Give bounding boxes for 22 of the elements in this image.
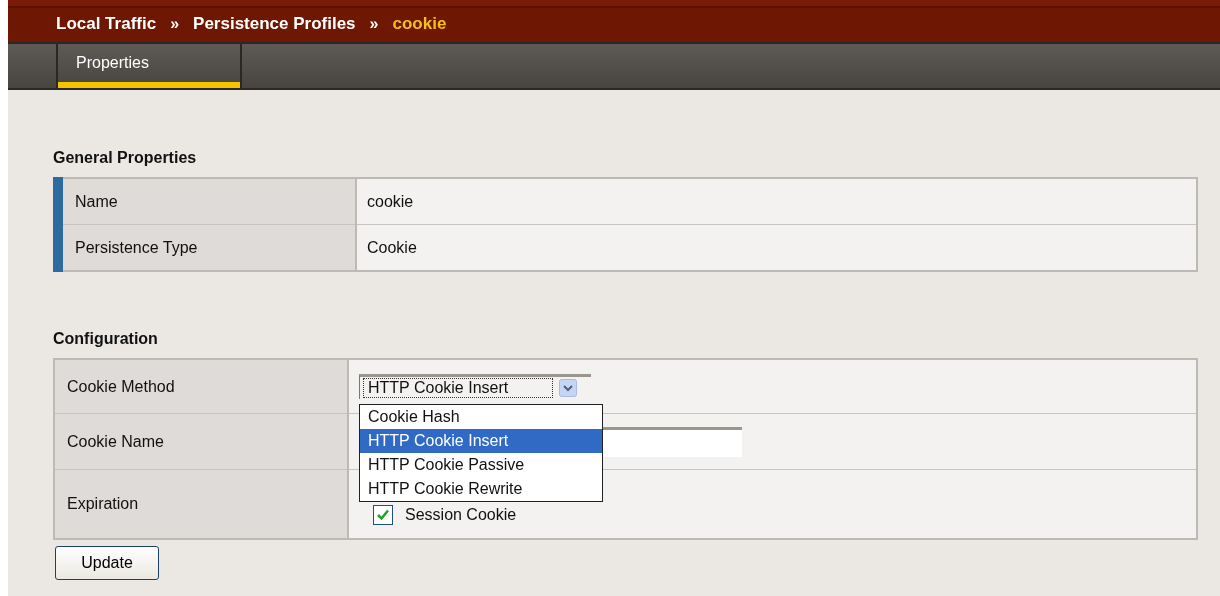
- table-cell: Cookie Name: [54, 413, 348, 470]
- breadcrumb-item[interactable]: Local Traffic: [56, 14, 157, 34]
- table-cell: Cookie Method: [54, 359, 348, 414]
- table-cell: Cookie: [356, 224, 1197, 271]
- update-button[interactable]: Update: [55, 546, 159, 580]
- table-cell: cookie: [356, 178, 1197, 225]
- section-title: Configuration: [53, 329, 159, 349]
- checkbox[interactable]: [373, 505, 393, 525]
- input-field[interactable]: [602, 426, 742, 457]
- breadcrumb-item: cookie: [392, 14, 447, 34]
- breadcrumb-item[interactable]: Persistence Profiles: [193, 14, 356, 34]
- checkbox-label: Session Cookie: [405, 506, 517, 524]
- dropdown-option[interactable]: Cookie Hash: [360, 405, 602, 429]
- breadcrumb-separator: »: [369, 15, 379, 33]
- caret-icon: [559, 379, 577, 397]
- dropdown-option[interactable]: HTTP Cookie Passive: [360, 453, 602, 477]
- breadcrumb-separator: »: [170, 15, 180, 33]
- dropdown-option[interactable]: HTTP Cookie Rewrite: [360, 477, 602, 501]
- table-cell: Expiration: [54, 469, 348, 539]
- section-title: General Properties: [53, 148, 198, 168]
- dropdown-option[interactable]: HTTP Cookie Insert: [360, 429, 602, 453]
- tab[interactable]: Properties: [58, 44, 242, 88]
